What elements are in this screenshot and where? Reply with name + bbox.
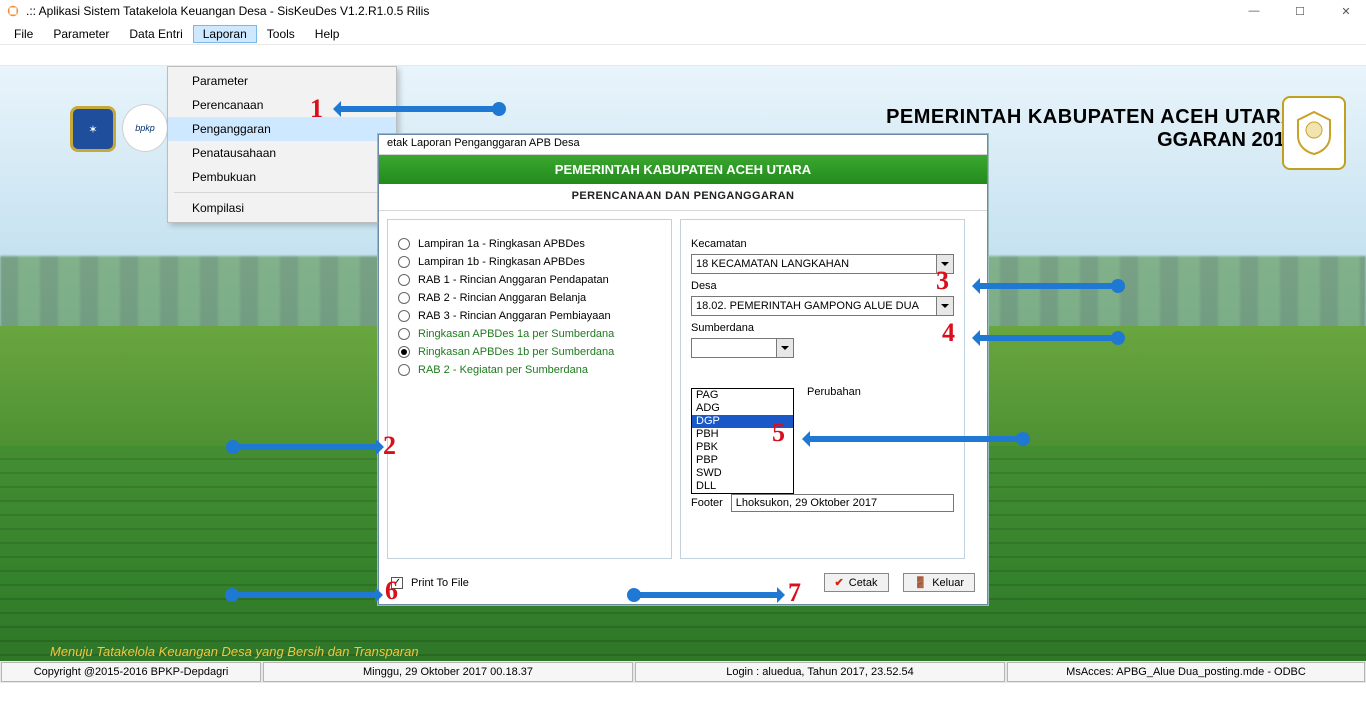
- footer-label: Footer: [691, 497, 723, 509]
- perubahan-label: Perubahan: [807, 386, 861, 398]
- sumberdana-label: Sumberdana: [691, 322, 954, 334]
- footer-input[interactable]: [731, 494, 954, 512]
- annotation-5: 5: [772, 418, 785, 448]
- header-line1: PEMERINTAH KABUPATEN ACEH UTARA: [886, 106, 1296, 129]
- annotation-4: 4: [942, 318, 955, 348]
- status-copyright: Copyright @2015-2016 BPKP-Depdagri: [1, 662, 261, 682]
- laporan-dropdown[interactable]: Parameter Perencanaan Penganggaran Penat…: [167, 66, 397, 223]
- annotation-6: 6: [385, 576, 398, 606]
- dropdown-kompilasi[interactable]: Kompilasi: [168, 196, 396, 220]
- door-icon: 🚪: [914, 576, 928, 589]
- left-emblem-icon: ✶: [70, 106, 116, 152]
- menu-help[interactable]: Help: [305, 25, 350, 43]
- listbox-swd[interactable]: SWD: [692, 467, 793, 480]
- toolbar-spacer: [0, 44, 1366, 66]
- menu-parameter[interactable]: Parameter: [43, 25, 119, 43]
- listbox-adg[interactable]: ADG: [692, 402, 793, 415]
- kecamatan-label: Kecamatan: [691, 238, 954, 250]
- radio-rab-1[interactable]: RAB 1 - Rincian Anggaran Pendapatan: [398, 274, 661, 286]
- menu-file[interactable]: File: [4, 25, 43, 43]
- chevron-down-icon[interactable]: [776, 339, 793, 357]
- status-bar: Copyright @2015-2016 BPKP-Depdagri Mingg…: [0, 661, 1366, 683]
- arrow-6: [230, 592, 380, 598]
- status-login: Login : aluedua, Tahun 2017, 23.52.54: [635, 662, 1005, 682]
- arrow-4: [975, 335, 1120, 341]
- menu-laporan[interactable]: Laporan: [193, 25, 257, 43]
- minimize-button[interactable]: —: [1240, 5, 1268, 18]
- annotation-3: 3: [936, 266, 949, 296]
- listbox-pag[interactable]: PAG: [692, 389, 793, 402]
- slogan-text: Menuju Tatakelola Keuangan Desa yang Ber…: [50, 644, 419, 659]
- cetak-button[interactable]: ✔Cetak: [824, 573, 889, 592]
- status-db: MsAcces: APBG_Alue Dua_posting.mde - ODB…: [1007, 662, 1365, 682]
- annotation-2: 2: [383, 431, 396, 461]
- dropdown-penatausahaan[interactable]: Penatausahaan: [168, 141, 396, 165]
- window-buttons: — ☐ ✕: [1240, 5, 1360, 18]
- radio-lampiran-1b[interactable]: Lampiran 1b - Ringkasan APBDes: [398, 256, 661, 268]
- dropdown-perencanaan[interactable]: Perencanaan: [168, 93, 396, 117]
- radio-rab-2[interactable]: RAB 2 - Rincian Anggaran Belanja: [398, 292, 661, 304]
- close-button[interactable]: ✕: [1332, 5, 1360, 18]
- arrow-5: [805, 436, 1025, 442]
- menu-data-entri[interactable]: Data Entri: [119, 25, 192, 43]
- annotation-7: 7: [788, 578, 801, 608]
- desa-label: Desa: [691, 280, 954, 292]
- print-dialog: etak Laporan Penganggaran APB Desa PEMER…: [378, 134, 988, 605]
- window-title: .:: Aplikasi Sistem Tatakelola Keuangan …: [26, 4, 1240, 18]
- desa-combo[interactable]: 18.02. PEMERINTAH GAMPONG ALUE DUA: [691, 296, 954, 316]
- dialog-title: etak Laporan Penganggaran APB Desa: [379, 135, 987, 155]
- kecamatan-combo[interactable]: 18 KECAMATAN LANGKAHAN: [691, 254, 954, 274]
- dialog-greenbar: PEMERINTAH KABUPATEN ACEH UTARA: [379, 155, 987, 184]
- arrow-3: [975, 283, 1120, 289]
- status-datetime: Minggu, 29 Oktober 2017 00.18.37: [263, 662, 633, 682]
- client-area: ✶ bpkp PEMERINTAH KABUPATEN ACEH UTARA G…: [0, 66, 1366, 683]
- app-icon: [6, 4, 20, 18]
- radio-rab-3[interactable]: RAB 3 - Rincian Anggaran Pembiayaan: [398, 310, 661, 322]
- title-bar: .:: Aplikasi Sistem Tatakelola Keuangan …: [0, 0, 1366, 22]
- maximize-button[interactable]: ☐: [1286, 5, 1314, 18]
- annotation-1: 1: [310, 94, 323, 124]
- report-type-pane: Lampiran 1a - Ringkasan APBDes Lampiran …: [387, 219, 672, 559]
- check-icon: ✔: [835, 576, 844, 589]
- chevron-down-icon[interactable]: [936, 297, 953, 315]
- arrow-2: [231, 444, 381, 450]
- bpkp-logo-icon: bpkp: [122, 104, 168, 152]
- dialog-subbar: PERENCANAAN DAN PENGANGGARAN: [379, 184, 987, 211]
- radio-rab-2-sd[interactable]: RAB 2 - Kegiatan per Sumberdana: [398, 364, 661, 376]
- dropdown-separator: [174, 192, 390, 193]
- keluar-button[interactable]: 🚪Keluar: [903, 573, 976, 592]
- listbox-pbp[interactable]: PBP: [692, 454, 793, 467]
- listbox-dll[interactable]: DLL: [692, 480, 793, 493]
- radio-ringkasan-1b-sd[interactable]: Ringkasan APBDes 1b per Sumberdana: [398, 346, 661, 358]
- print-to-file-label: Print To File: [411, 577, 469, 589]
- radio-lampiran-1a[interactable]: Lampiran 1a - Ringkasan APBDes: [398, 238, 661, 250]
- arrow-1: [336, 106, 501, 112]
- dropdown-penganggaran[interactable]: Penganggaran: [168, 117, 396, 141]
- dropdown-parameter[interactable]: Parameter: [168, 69, 396, 93]
- right-seal-icon: [1282, 96, 1346, 170]
- filters-pane: Kecamatan 18 KECAMATAN LANGKAHAN Desa 18…: [680, 219, 965, 559]
- menu-bar: File Parameter Data Entri Laporan Tools …: [0, 22, 1366, 44]
- sumberdana-combo[interactable]: [691, 338, 794, 358]
- menu-tools[interactable]: Tools: [257, 25, 305, 43]
- dropdown-pembukuan[interactable]: Pembukuan: [168, 165, 396, 189]
- dialog-action-bar: Print To File ✔Cetak 🚪Keluar: [379, 567, 987, 604]
- radio-ringkasan-1a-sd[interactable]: Ringkasan APBDes 1a per Sumberdana: [398, 328, 661, 340]
- arrow-7: [632, 592, 782, 598]
